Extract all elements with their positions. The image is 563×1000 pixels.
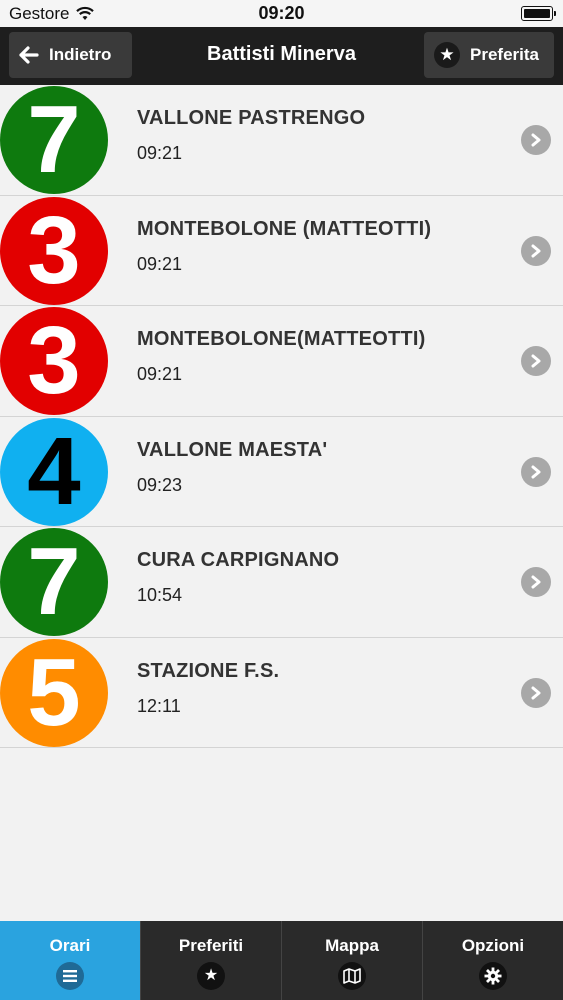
battery-icon xyxy=(521,6,556,21)
back-label: Indietro xyxy=(49,45,112,64)
destination-label: MONTEBOLONE (MATTEOTTI) xyxy=(137,217,432,240)
departure-time: 09:21 xyxy=(137,143,183,163)
departure-row[interactable]: 3 MONTEBOLONE (MATTEOTTI) 09:21 xyxy=(0,195,563,306)
status-time: 09:20 xyxy=(258,3,305,23)
departure-row[interactable]: 4 VALLONE MAESTA' 09:23 xyxy=(0,416,563,527)
chevron-right-icon[interactable] xyxy=(521,235,551,266)
chevron-right-icon[interactable] xyxy=(521,567,551,597)
departure-time: 09:21 xyxy=(137,253,183,274)
favorite-label: Preferita xyxy=(470,45,539,64)
departure-row[interactable]: 3 MONTEBOLONE(MATTEOTTI) 09:21 xyxy=(0,306,563,417)
tab-mappa[interactable]: Mappa xyxy=(282,921,423,1000)
destination-label: VALLONE MAESTA' xyxy=(137,438,328,461)
line-number-badge: 7 xyxy=(0,86,108,194)
departure-time: 10:54 xyxy=(137,585,183,605)
line-number-badge: 3 xyxy=(0,307,108,415)
tab-label: Orari xyxy=(49,936,91,955)
departure-time: 09:23 xyxy=(137,474,183,495)
tab-label: Preferiti xyxy=(178,936,244,955)
star-icon: ★ xyxy=(434,42,460,68)
gear-icon xyxy=(479,962,507,990)
arrow-left-icon xyxy=(19,46,39,64)
status-bar: Gestore 09:20 xyxy=(0,0,563,27)
destination-label: CURA CARPIGNANO xyxy=(137,549,340,571)
chevron-right-icon[interactable] xyxy=(521,346,551,376)
tab-bar: Orari Preferiti ★ Mappa Opzioni xyxy=(0,921,563,1000)
chevron-right-icon[interactable] xyxy=(521,456,551,487)
list-icon xyxy=(56,962,84,990)
tab-label: Mappa xyxy=(325,936,379,955)
map-icon xyxy=(338,962,366,990)
departure-row[interactable]: 7 VALLONE PASTRENGO 09:21 xyxy=(0,85,563,196)
departure-row[interactable]: 5 STAZIONE F.S. 12:11 xyxy=(0,637,563,748)
destination-label: VALLONE PASTRENGO xyxy=(137,107,366,129)
tab-label: Opzioni xyxy=(461,936,525,955)
chevron-right-icon[interactable] xyxy=(521,125,551,155)
line-number-badge: 4 xyxy=(0,417,108,526)
nav-bar: Indietro Battisti Minerva ★ Preferita xyxy=(0,27,563,85)
destination-label: STAZIONE F.S. xyxy=(137,659,280,682)
chevron-right-icon[interactable] xyxy=(521,677,551,708)
line-number-badge: 5 xyxy=(0,638,108,747)
favorite-button[interactable]: ★ Preferita xyxy=(424,32,554,78)
destination-label: MONTEBOLONE(MATTEOTTI) xyxy=(137,328,426,350)
page-title: Battisti Minerva xyxy=(207,43,356,65)
star-icon: ★ xyxy=(197,962,225,990)
back-button[interactable]: Indietro xyxy=(9,32,132,78)
tab-preferiti[interactable]: Preferiti ★ xyxy=(141,921,282,1000)
departure-row[interactable]: 7 CURA CARPIGNANO 10:54 xyxy=(0,527,563,638)
line-number-badge: 7 xyxy=(0,528,108,636)
departure-time: 12:11 xyxy=(137,695,181,716)
departure-time: 09:21 xyxy=(137,364,183,384)
departures-list: 7 VALLONE PASTRENGO 09:21 3 MONTEBOLONE (MAT… xyxy=(0,85,563,748)
tab-orari[interactable]: Orari xyxy=(0,921,141,1000)
tab-opzioni[interactable]: Opzioni xyxy=(423,921,563,1000)
line-number-badge: 3 xyxy=(0,196,108,305)
